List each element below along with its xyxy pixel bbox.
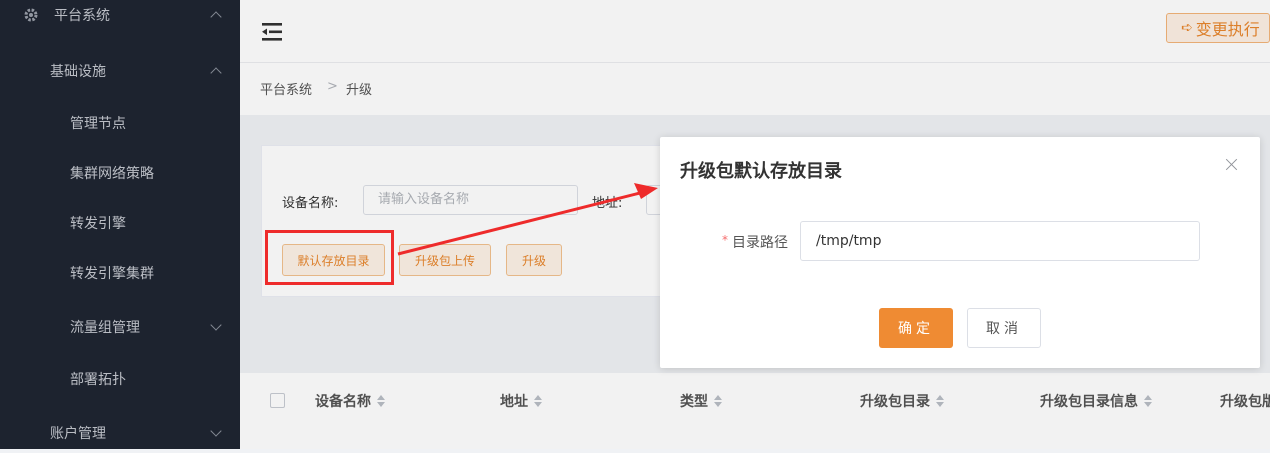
close-icon[interactable] (1226, 158, 1238, 170)
dir-path-label: 目录路径 (732, 235, 788, 251)
dir-path-input[interactable]: /tmp/tmp (800, 221, 1200, 261)
confirm-button[interactable]: 确定 (879, 308, 953, 348)
required-mark: * (722, 233, 728, 247)
dialog-title: 升级包默认存放目录 (680, 161, 842, 182)
default-dir-dialog: 升级包默认存放目录 * 目录路径 /tmp/tmp 确定 取消 (660, 137, 1260, 368)
cancel-button[interactable]: 取消 (967, 308, 1041, 348)
annotation-highlight-box (265, 230, 394, 285)
